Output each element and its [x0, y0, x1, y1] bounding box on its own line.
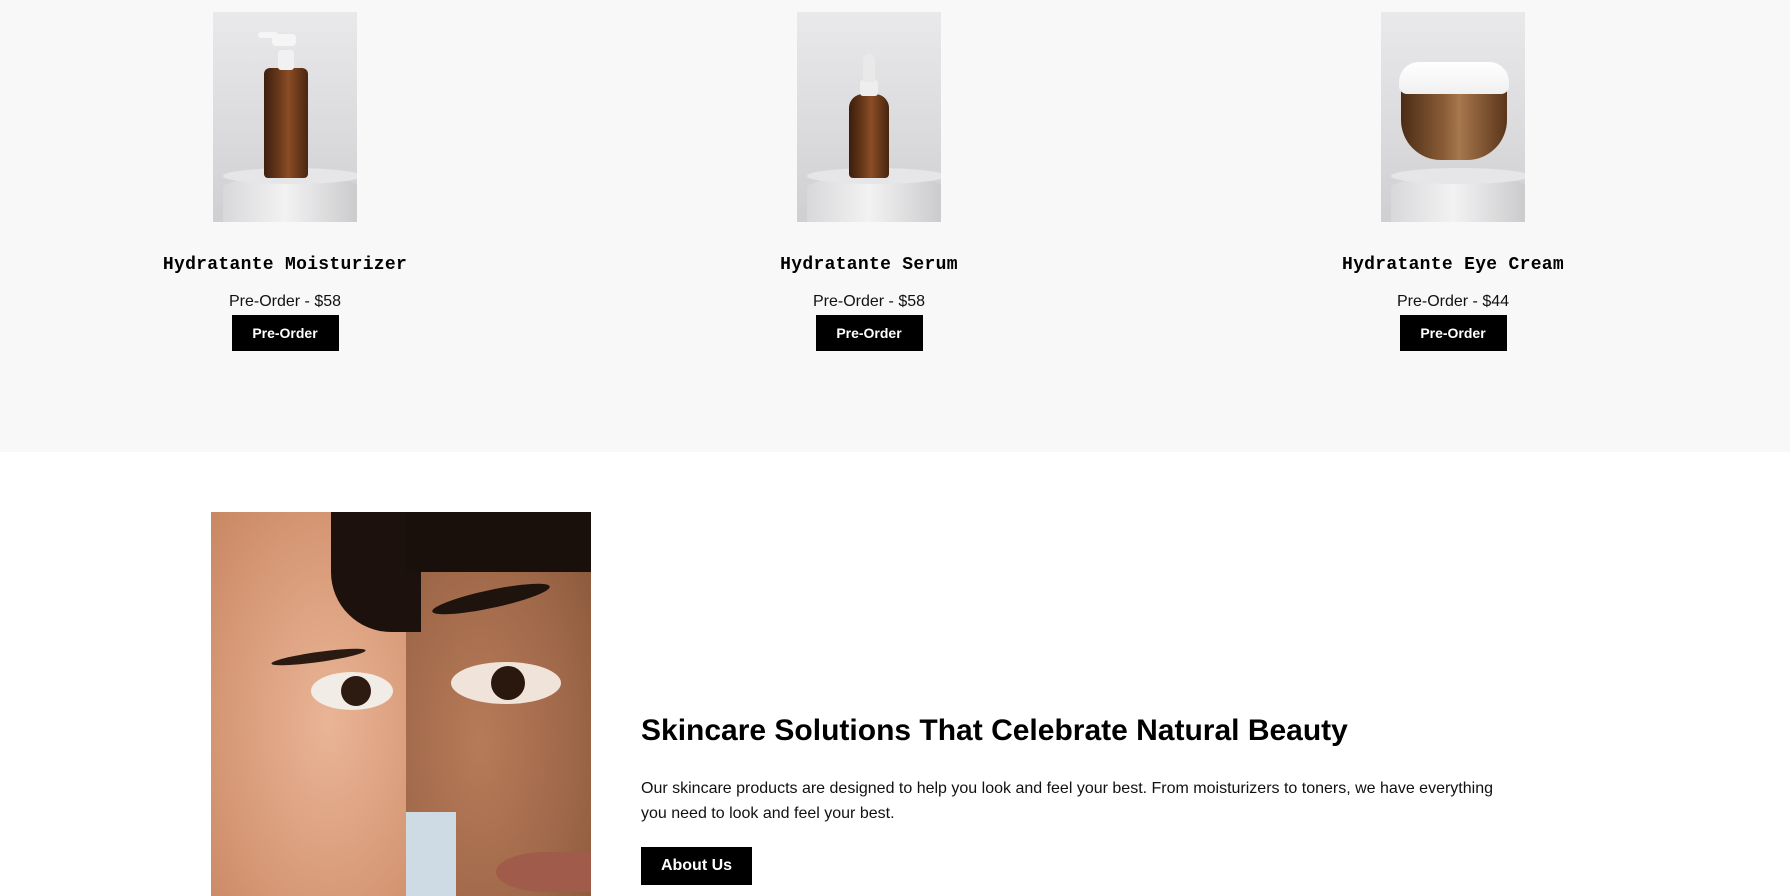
pedestal [223, 168, 357, 222]
pedestal [807, 168, 941, 222]
lips [496, 852, 591, 892]
cream-jar [1399, 62, 1509, 160]
about-us-button[interactable]: About Us [641, 847, 752, 885]
product-card-eye-cream: Hydratante Eye Cream Pre-Order - $44 Pre… [1288, 12, 1618, 351]
product-card-serum: Hydratante Serum Pre-Order - $58 Pre-Ord… [704, 12, 1034, 351]
pump-bottle [258, 32, 308, 178]
about-section: Skincare Solutions That Celebrate Natura… [0, 452, 1790, 896]
serum-image[interactable] [797, 12, 941, 222]
product-price: Pre-Order - $44 [1396, 293, 1510, 310]
dropper-bottle [849, 54, 889, 178]
about-description: Our skincare products are designed to he… [641, 780, 1493, 822]
product-price: Pre-Order - $58 [812, 293, 926, 310]
preorder-button[interactable]: Pre-Order [815, 315, 923, 351]
preorder-button[interactable]: Pre-Order [231, 315, 339, 351]
hair-right [406, 512, 591, 572]
product-name[interactable]: Hydratante Eye Cream [1342, 255, 1564, 275]
eye-cream-image[interactable] [1381, 12, 1525, 222]
eye-left [311, 672, 393, 710]
product-price: Pre-Order - $58 [228, 293, 342, 310]
about-title: Skincare Solutions That Celebrate Natura… [641, 714, 1348, 747]
pedestal [1391, 168, 1525, 222]
eye-right [451, 662, 561, 704]
background-sky [406, 812, 456, 896]
faces-image [211, 512, 591, 896]
product-name[interactable]: Hydratante Serum [780, 255, 958, 275]
product-card-moisturizer: Hydratante Moisturizer Pre-Order - $58 P… [120, 12, 450, 351]
preorder-button[interactable]: Pre-Order [1399, 315, 1507, 351]
products-section: Hydratante Moisturizer Pre-Order - $58 P… [0, 0, 1790, 452]
product-name[interactable]: Hydratante Moisturizer [163, 255, 407, 275]
moisturizer-image[interactable] [213, 12, 357, 222]
